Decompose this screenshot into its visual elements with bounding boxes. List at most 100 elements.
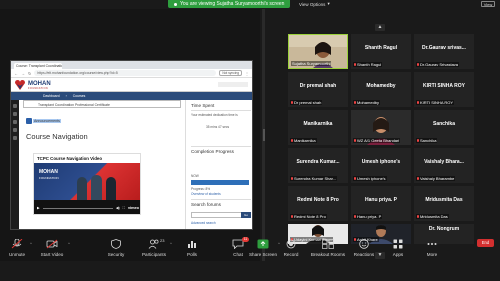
- participant-label-text: KIRTI SINHA ROY: [420, 100, 454, 105]
- play-icon[interactable]: ▶: [37, 206, 40, 210]
- gallery-page-up-button[interactable]: ▲: [375, 24, 385, 31]
- start-video-label: Start Video: [40, 252, 64, 257]
- browser-tab[interactable]: Course: Transplant Coordinatio...: [14, 63, 62, 69]
- participant-tile[interactable]: Dr.Gaurav srivas... Dr.Gaurav Srivastava: [414, 34, 474, 69]
- site-header: MOHAN FOUNDATION: [11, 78, 252, 92]
- video-person: [106, 177, 116, 200]
- participant-tile[interactable]: Hanu priya. P Hanu priya. P: [351, 186, 411, 221]
- participant-name: Mohamedby: [366, 83, 396, 89]
- video-watermark-sub: FOUNDATION: [39, 176, 59, 180]
- more-label: More: [426, 252, 438, 257]
- muted-mic-icon: [291, 139, 293, 143]
- advanced-search-link[interactable]: Advanced search: [191, 221, 216, 225]
- course-navigation-heading: Course Navigation: [26, 132, 88, 141]
- more-button[interactable]: More: [412, 239, 452, 257]
- sidebar-icon[interactable]: [13, 128, 17, 132]
- participants-button[interactable]: Participants 23: [134, 238, 174, 257]
- course-video-player[interactable]: TCPC Course Navigation Video MOHAN FOUND…: [33, 153, 141, 215]
- record-button[interactable]: Record: [271, 239, 311, 257]
- record-icon: [286, 239, 296, 249]
- participant-name: Redmi Note 8 Pro: [297, 197, 339, 203]
- chevron-down-icon: ▾: [327, 1, 330, 6]
- breadcrumb: Dashboard › Courses: [11, 92, 252, 100]
- participant-label-text: Manikarnika: [294, 138, 316, 143]
- participant-label-text: Sanchika: [420, 138, 437, 143]
- sidebar-icon[interactable]: [13, 104, 17, 108]
- start-video-button[interactable]: Start Video: [32, 239, 72, 257]
- fullscreen-icon[interactable]: ⛶: [123, 206, 125, 210]
- participant-label-text: Hanu priya. P: [357, 214, 382, 219]
- forward-icon[interactable]: →: [21, 71, 25, 76]
- participant-tile[interactable]: Redmi Note 8 Pro Redmi Note 8 Pro: [288, 186, 348, 221]
- share-banner-text: You are viewing Sujatha Suryamoorthi's s…: [180, 1, 285, 7]
- participant-label-text: Shanth Ragul: [357, 62, 382, 67]
- polls-icon: [188, 241, 196, 248]
- participant-tile[interactable]: Sujatha Suryamoorthi: [288, 34, 348, 69]
- search-go-button[interactable]: Go: [241, 212, 251, 218]
- participant-label-text: Redmi Note 8 Pro: [294, 214, 326, 219]
- reload-icon[interactable]: ↻: [28, 71, 31, 76]
- completion-progress-bar[interactable]: [191, 180, 249, 185]
- sidebar-icon[interactable]: [13, 112, 17, 116]
- participant-name: Sanchika: [433, 121, 455, 127]
- breadcrumb-item[interactable]: Courses: [73, 94, 86, 98]
- split-view-divider[interactable]: [262, 9, 265, 261]
- polls-button[interactable]: Polls: [172, 239, 212, 257]
- shared-browser-window: Course: Transplant Coordinatio... ← → ↻ …: [10, 60, 253, 230]
- sidebar-icon[interactable]: [13, 136, 17, 140]
- participant-tile[interactable]: Sanchika Sanchika: [414, 110, 474, 145]
- video-seek-bar[interactable]: [42, 207, 113, 209]
- site-logo-subtext: FOUNDATION: [28, 87, 48, 90]
- announcements-link[interactable]: Announcements: [33, 119, 61, 123]
- divider: [191, 199, 251, 200]
- participant-label-text: Umesh iphone's: [357, 176, 386, 181]
- participant-tile[interactable]: Dr premal shah Dr premal shah: [288, 72, 348, 107]
- overview-students-link[interactable]: Overview of students: [191, 192, 221, 196]
- end-meeting-button[interactable]: End: [477, 239, 494, 247]
- site-header-user-area[interactable]: [218, 82, 248, 87]
- video-title: TCPC Course Navigation Video: [37, 156, 103, 161]
- participant-name-label: Redmi Note 8 Pro: [290, 214, 327, 219]
- volume-icon[interactable]: ◀): [116, 206, 120, 210]
- participant-name-label: Sanchika: [416, 138, 438, 143]
- breadcrumb-item[interactable]: Dashboard: [43, 94, 60, 98]
- url-field[interactable]: https://elt.mohanfoundation.org/course/v…: [34, 70, 217, 76]
- participant-tile[interactable]: Manikarnika Manikarnika: [288, 110, 348, 145]
- view-button[interactable]: View: [481, 1, 495, 7]
- participant-name-label: Mohamedby: [353, 100, 381, 105]
- video-watermark: MOHAN: [39, 169, 58, 175]
- participant-name-label: Sujatha Suryamoorthi: [291, 61, 332, 66]
- muted-mic-icon: [417, 101, 419, 105]
- participant-name: Shanth Ragul: [364, 45, 398, 51]
- participant-tile[interactable]: Vaishaly Bhara... Vaishaly Bharambe: [414, 148, 474, 183]
- polls-label: Polls: [187, 252, 197, 257]
- participant-tile[interactable]: Mohamedby Mohamedby: [351, 72, 411, 107]
- muted-mic-icon: [354, 139, 356, 143]
- divider-handle[interactable]: [262, 129, 265, 141]
- participant-tile[interactable]: Surendra Kumar... Surendra Kumar Shar...: [288, 148, 348, 183]
- participant-name-label: Hanu priya. P: [353, 214, 383, 219]
- not-syncing-button[interactable]: Not syncing: [219, 70, 242, 76]
- shield-icon: [111, 239, 121, 249]
- participant-tile[interactable]: Shanth Ragul Shanth Ragul: [351, 34, 411, 69]
- participant-tile[interactable]: KIRTI SINHA ROY KIRTI SINHA ROY: [414, 72, 474, 107]
- participant-label-text: WZ A/1 Geeta Bhandari: [357, 138, 400, 143]
- participants-label: Participants: [141, 252, 166, 257]
- vimeo-logo[interactable]: vimeo: [128, 206, 139, 210]
- participant-label-text: Surendra Kumar Shar...: [294, 176, 337, 181]
- menu-icon[interactable]: ⋮: [245, 71, 249, 76]
- video-options-caret[interactable]: ^: [68, 241, 70, 246]
- muted-mic-icon: [417, 63, 419, 67]
- time-spent-heading: Time Spent: [191, 103, 215, 108]
- view-options-button[interactable]: View Options ▾: [299, 1, 330, 7]
- participant-name: Dr premal shah: [299, 83, 337, 89]
- participant-tile[interactable]: WZ A/1 Geeta Bhandari: [351, 110, 411, 145]
- participant-tile[interactable]: Umesh iphone's Umesh iphone's: [351, 148, 411, 183]
- participant-tile[interactable]: Mridusmita Das Mridusmita Das: [414, 186, 474, 221]
- security-button[interactable]: Security: [96, 239, 136, 257]
- sidebar-icon[interactable]: [13, 120, 17, 124]
- back-icon[interactable]: ←: [14, 71, 18, 76]
- muted-mic-icon: [354, 63, 356, 67]
- browser-address-bar: ← → ↻ https://elt.mohanfoundation.org/co…: [11, 69, 252, 78]
- muted-mic-icon: [354, 215, 356, 219]
